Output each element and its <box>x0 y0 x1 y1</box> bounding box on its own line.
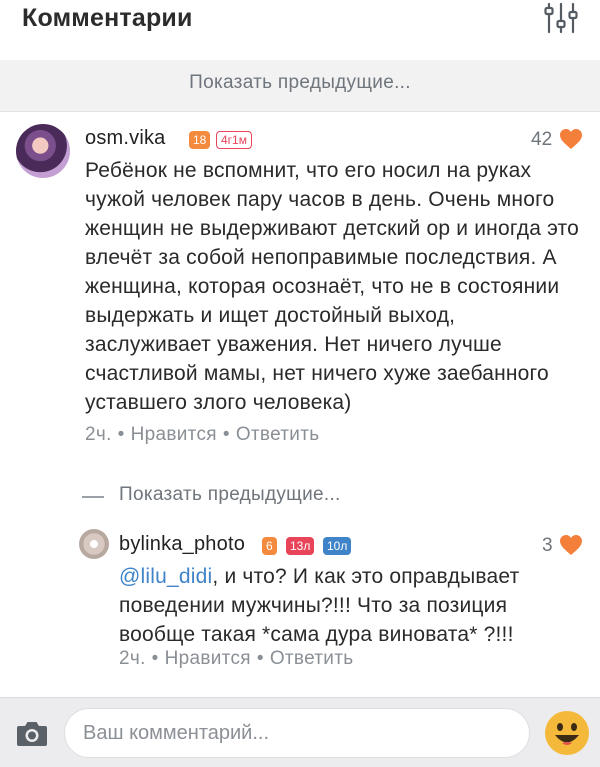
reply-button[interactable]: Ответить <box>270 648 354 669</box>
avatar[interactable] <box>16 124 70 178</box>
show-previous-replies-button[interactable]: Показать предыдущие... <box>82 484 341 506</box>
separator-dot: • <box>222 424 230 445</box>
like-button[interactable]: Нравится <box>165 648 251 669</box>
emoji-icon[interactable] <box>544 710 590 756</box>
page-title: Комментарии <box>22 4 193 32</box>
comment-username[interactable]: osm.vika <box>85 127 166 150</box>
comment-time: 2ч. <box>119 648 146 669</box>
sliders-icon[interactable] <box>543 2 579 34</box>
heart-icon[interactable] <box>559 534 583 556</box>
comment-time: 2ч. <box>85 424 112 445</box>
comment-meta: 2ч. • Нравится • Ответить <box>85 424 319 446</box>
comment-username[interactable]: bylinka_photo <box>119 533 245 556</box>
reply-button[interactable]: Ответить <box>236 424 320 445</box>
show-previous-label: Показать предыдущие... <box>189 72 411 93</box>
like-button[interactable]: Нравится <box>131 424 217 445</box>
comment-text: Ребёнок не вспомнит, что его носил на ру… <box>85 159 580 414</box>
show-previous-replies-label: Показать предыдущие... <box>119 484 341 505</box>
mention-link[interactable]: @lilu_didi <box>119 565 212 588</box>
separator-dot: • <box>117 424 125 445</box>
comment-meta: 2ч. • Нравится • Ответить <box>119 648 353 670</box>
separator-dot: • <box>151 648 159 669</box>
comment-input-bar <box>0 697 600 767</box>
show-previous-comments-button[interactable]: Показать предыдущие... <box>0 60 600 112</box>
heart-icon[interactable] <box>559 128 583 150</box>
comment-input[interactable] <box>64 708 530 758</box>
camera-icon[interactable] <box>16 719 48 747</box>
account-age-badge: 13л <box>286 537 315 555</box>
level-badge: 18 <box>189 131 211 149</box>
avatar[interactable] <box>79 529 109 559</box>
account-age-badge: 4г1м <box>216 131 252 149</box>
level-badge: 6 <box>262 537 277 555</box>
separator-dot: • <box>256 648 264 669</box>
comment-text: @lilu_didi, и что? И как это оправдывает… <box>119 562 559 649</box>
account-age-badge: 10л <box>323 537 352 555</box>
like-count: 42 <box>531 129 553 150</box>
header: Комментарии <box>0 0 600 44</box>
like-count: 3 <box>542 535 553 556</box>
